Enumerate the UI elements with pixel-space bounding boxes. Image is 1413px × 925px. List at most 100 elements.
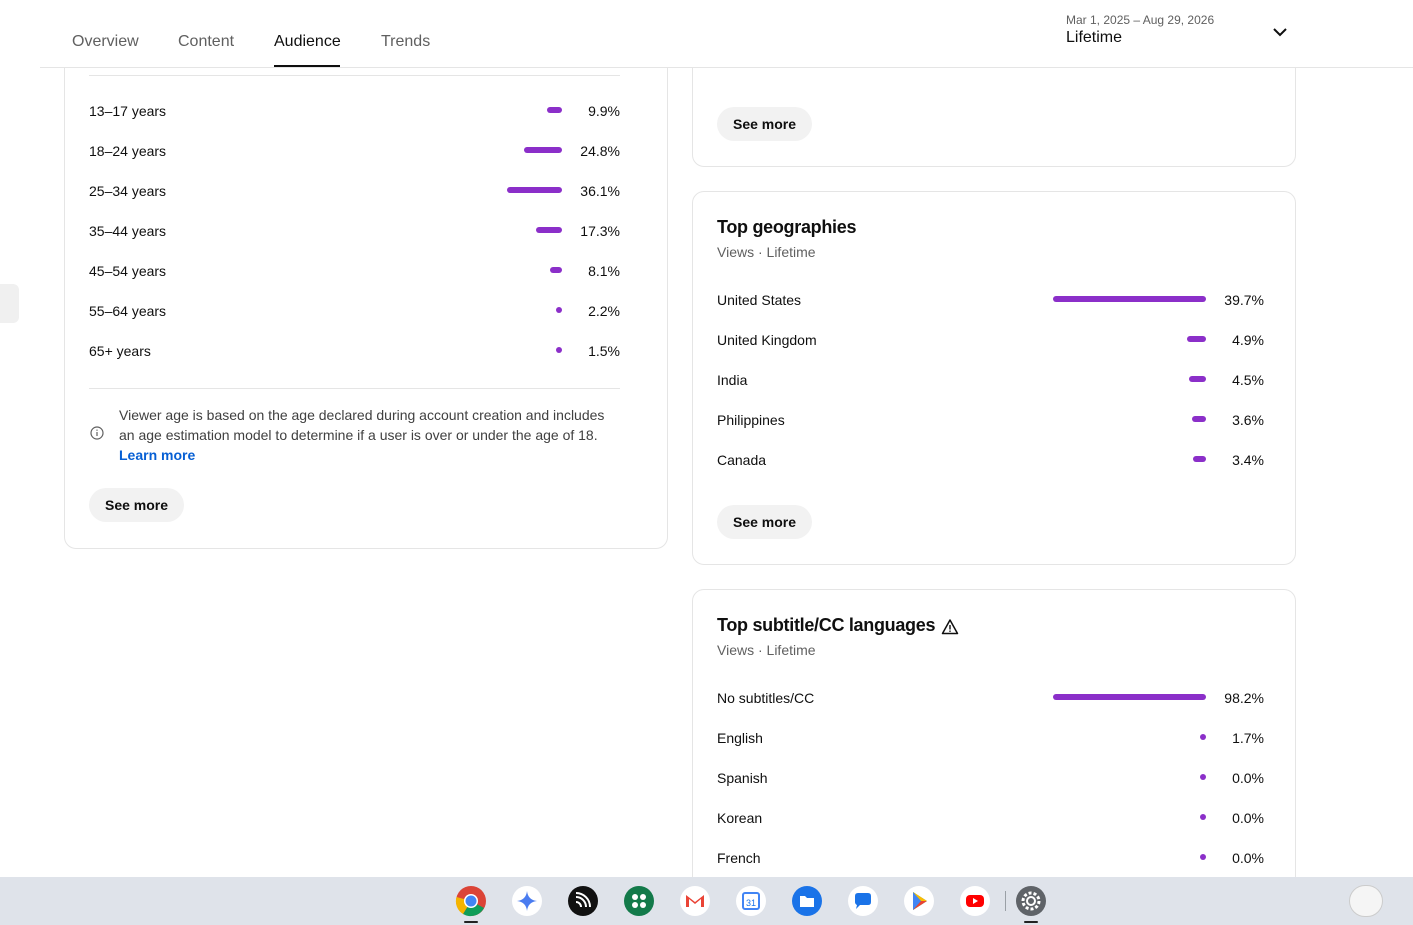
age-row: 13–17 years 9.9% (89, 101, 620, 121)
subtitle-languages-title: Top subtitle/CC languages (717, 615, 936, 635)
geography-row-label: United States (717, 292, 802, 308)
chrome-icon[interactable] (455, 885, 487, 917)
subtitle-language-row: Spanish 0.0% (717, 768, 1264, 788)
geographies-title: Top geographies (717, 217, 857, 237)
geography-row-bar (1187, 336, 1206, 342)
subtitle-languages-card: Top subtitle/CC languages Views · Lifeti… (692, 589, 1296, 925)
divider (89, 75, 620, 76)
geography-row: Philippines 3.6% (717, 410, 1264, 430)
subtitle-language-row-label: French (717, 850, 761, 866)
age-row-bar (556, 307, 562, 313)
subtitle-language-row-bar (1200, 774, 1206, 780)
launcher-apps-icon[interactable] (623, 885, 655, 917)
geography-row: United Kingdom 4.9% (717, 330, 1264, 350)
age-row-bar (524, 147, 562, 153)
subtitle-language-row-bar (1200, 854, 1206, 860)
previous-see-more-button[interactable]: See more (717, 107, 813, 141)
settings-icon[interactable] (1015, 885, 1047, 917)
age-note-text: Viewer age is based on the age declared … (119, 407, 605, 443)
youtube-icon[interactable] (959, 885, 991, 917)
calendar-icon[interactable]: 31 (735, 885, 767, 917)
age-row-percent: 1.5% (588, 343, 620, 359)
period-selector-label[interactable]: Lifetime (1066, 29, 1122, 47)
age-row-bar (547, 107, 562, 113)
age-row-label: 55–64 years (89, 303, 167, 319)
date-range-text[interactable]: Mar 1, 2025 – Aug 29, 2026 (1066, 13, 1214, 27)
age-card: 13–17 years 9.9% 18–24 years 24.8% 25–34 yea… (64, 20, 668, 549)
geography-row-percent: 3.4% (1232, 452, 1264, 468)
tab-audience[interactable]: Audience (274, 33, 341, 51)
running-indicator (1024, 921, 1038, 923)
files-icon[interactable] (791, 885, 823, 917)
age-row-percent: 17.3% (580, 223, 620, 239)
age-row: 45–54 years 8.1% (89, 261, 620, 281)
geography-row-label: United Kingdom (717, 332, 817, 348)
tab-content[interactable]: Content (178, 33, 234, 51)
subtitle-language-row-bar (1200, 734, 1206, 740)
age-row-label: 45–54 years (89, 263, 167, 279)
analytics-header: Overview Content Audience Trends Mar 1, … (40, 0, 1413, 68)
geography-row-percent: 4.9% (1232, 332, 1264, 348)
subtitle-language-row-bar (1053, 694, 1206, 700)
geography-row-percent: 39.7% (1224, 292, 1264, 308)
age-see-more-button[interactable]: See more (89, 488, 185, 522)
geography-row-label: India (717, 372, 748, 388)
age-row: 35–44 years 17.3% (89, 221, 620, 241)
messages-icon[interactable] (847, 885, 879, 917)
running-indicator (464, 921, 478, 923)
subtitle-language-row-percent: 98.2% (1224, 690, 1264, 706)
shelf-divider (1005, 891, 1006, 911)
system-shelf: 31 (0, 877, 1413, 925)
subtitle-language-row-label: Spanish (717, 770, 768, 786)
svg-text:31: 31 (746, 898, 756, 908)
age-row: 25–34 years 36.1% (89, 181, 620, 201)
age-row: 18–24 years 24.8% (89, 141, 620, 161)
geography-row-percent: 4.5% (1232, 372, 1264, 388)
geography-row-label: Philippines (717, 412, 785, 428)
tab-overview[interactable]: Overview (72, 33, 139, 51)
chevron-down-icon[interactable] (1270, 22, 1290, 42)
age-row-label: 35–44 years (89, 223, 167, 239)
age-row-label: 13–17 years (89, 103, 167, 119)
age-row-label: 65+ years (89, 343, 151, 359)
age-row-bar (536, 227, 562, 233)
active-tab-indicator (274, 65, 340, 67)
geographies-card: Top geographies Views · Lifetime United … (692, 191, 1296, 565)
side-panel-handle[interactable] (0, 284, 19, 323)
geography-row: Canada 3.4% (717, 450, 1264, 470)
age-row-percent: 2.2% (588, 303, 620, 319)
warning-icon[interactable] (941, 618, 959, 636)
page: Overview Content Audience Trends Mar 1, … (0, 0, 1413, 925)
tab-trends[interactable]: Trends (381, 33, 430, 51)
play-store-icon[interactable] (903, 885, 935, 917)
subtitle-language-row-label: Korean (717, 810, 763, 826)
gemini-icon[interactable] (511, 885, 543, 917)
age-row-percent: 36.1% (580, 183, 620, 199)
subtitle-language-row-percent: 0.0% (1232, 850, 1264, 866)
geography-row-label: Canada (717, 452, 767, 468)
age-row-bar (550, 267, 562, 273)
subtitle-language-row-percent: 0.0% (1232, 810, 1264, 826)
learn-more-link[interactable]: Learn more (119, 447, 195, 463)
subtitle-language-row: No subtitles/CC 98.2% (717, 688, 1264, 708)
age-note: Viewer age is based on the age declared … (119, 405, 619, 465)
subtitle-language-row: English 1.7% (717, 728, 1264, 748)
geography-row: India 4.5% (717, 370, 1264, 390)
subtitle-language-row: French 0.0% (717, 848, 1264, 868)
age-row: 65+ years 1.5% (89, 341, 620, 361)
subtitle-language-row-percent: 0.0% (1232, 770, 1264, 786)
cast-app-icon[interactable] (567, 885, 599, 917)
geography-row-bar (1193, 456, 1206, 462)
tray-thumbnail[interactable] (1349, 885, 1383, 917)
gmail-icon[interactable] (679, 885, 711, 917)
geography-row-percent: 3.6% (1232, 412, 1264, 428)
geography-row-bar (1053, 296, 1206, 302)
subtitle-language-row-bar (1200, 814, 1206, 820)
geographies-see-more-button[interactable]: See more (717, 505, 813, 539)
subtitle-language-row-label: English (717, 730, 763, 746)
age-row-percent: 9.9% (588, 103, 620, 119)
subtitle-language-row: Korean 0.0% (717, 808, 1264, 828)
age-row-label: 25–34 years (89, 183, 167, 199)
age-row-percent: 24.8% (580, 143, 620, 159)
age-row-bar (507, 187, 562, 193)
